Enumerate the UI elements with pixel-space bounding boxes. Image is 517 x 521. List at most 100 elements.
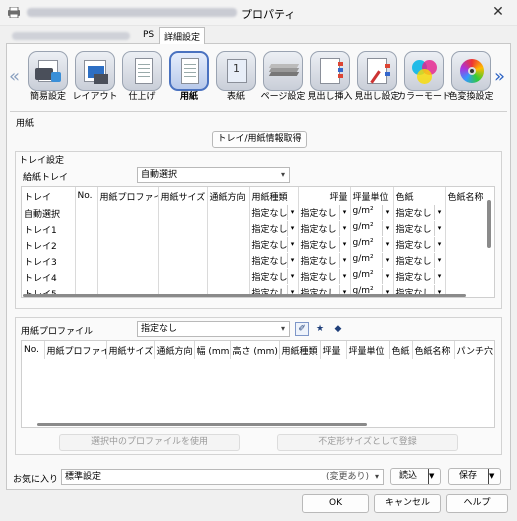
tag-icon[interactable]: ◆ — [331, 322, 345, 336]
load-button[interactable]: 読込 ▼ — [390, 468, 441, 485]
tray-table-horizontal-scrollbar[interactable] — [23, 294, 466, 297]
register-custom-size-button[interactable]: 不定形サイズとして登録 — [277, 434, 458, 451]
column-header[interactable]: 高さ (mm) — [230, 341, 280, 359]
layout-icon — [75, 51, 115, 91]
cell-select[interactable]: 指定なし▾ — [252, 269, 297, 284]
chevron-down-icon: ▾ — [338, 237, 349, 252]
column-header[interactable]: 色紙名称 — [412, 341, 455, 359]
cell-select[interactable]: 指定なし▾ — [301, 253, 349, 268]
tab-insert-icon — [310, 51, 350, 91]
column-header[interactable]: トレイ — [22, 187, 76, 205]
cell-select[interactable]: 指定なし▾ — [301, 269, 349, 284]
column-header[interactable]: 通紙方向 — [154, 341, 195, 359]
cell-select[interactable]: 指定なし▾ — [396, 269, 444, 284]
edit-profile-icon[interactable]: ✐ — [295, 322, 309, 336]
cell-select[interactable]: 指定なし▾ — [396, 253, 444, 268]
column-header[interactable]: 用紙サイズ — [158, 187, 208, 205]
cell-select[interactable]: 指定なし▾ — [301, 205, 349, 220]
cell-select[interactable]: 指定なし▾ — [396, 221, 444, 236]
cell-select[interactable]: g/m² ▾ — [353, 253, 392, 268]
column-header[interactable]: 通紙方向 — [207, 187, 250, 205]
paper-profile-select[interactable]: 指定なし ▾ — [137, 321, 290, 337]
cell-select[interactable]: g/m² ▾ — [353, 269, 392, 284]
chevron-down-icon: ▾ — [286, 253, 297, 268]
tab-ps-label[interactable]: PS — [143, 30, 154, 40]
column-header[interactable]: 坪量単位 — [346, 341, 390, 359]
window-title: プロパティ — [241, 8, 296, 21]
feed-tray-label: 給紙トレイ — [23, 173, 69, 183]
cell-select[interactable]: 指定なし▾ — [396, 205, 444, 220]
feed-tray-select[interactable]: 自動選択 ▾ — [137, 167, 290, 183]
title-redacted — [27, 8, 237, 17]
scroll-right-icon[interactable]: » — [494, 66, 505, 87]
column-header[interactable]: 色紙 — [393, 187, 446, 205]
column-header[interactable]: 用紙種類 — [279, 341, 321, 359]
printer-icon — [8, 7, 20, 18]
tray-table: トレイ No. 用紙プロファイル 用紙サイズ 通紙方向 用紙種類 坪量 坪量単位… — [21, 186, 495, 298]
column-header[interactable]: 坪量 — [298, 187, 351, 205]
table-row[interactable]: トレイ3 指定なし ▾ 指定なし ▾ g/m² ▾ 指定なし ▾ — [22, 253, 494, 269]
favorites-select[interactable]: 標準設定 (変更あり) ▾ — [61, 469, 384, 485]
column-header[interactable]: 幅 (mm) — [194, 341, 231, 359]
cell-select[interactable]: 指定なし▾ — [301, 221, 349, 236]
get-tray-info-button[interactable]: トレイ/用紙情報取得 — [212, 131, 307, 148]
favorites-label: お気に入り — [13, 475, 59, 485]
table-row[interactable]: トレイ1 指定なし ▾ 指定なし ▾ g/m² ▾ 指定なし ▾ — [22, 221, 494, 237]
cell-select[interactable]: 指定なし▾ — [396, 237, 444, 252]
chevron-down-icon: ▾ — [381, 221, 392, 236]
cell-select[interactable]: 指定なし▾ — [252, 221, 297, 236]
chevron-down-icon: ▾ — [338, 253, 349, 268]
chevron-down-icon: ▾ — [338, 205, 349, 220]
column-header[interactable]: 坪量 — [320, 341, 347, 359]
table-row[interactable]: トレイ4 指定なし ▾ 指定なし ▾ g/m² ▾ 指定なし ▾ — [22, 269, 494, 285]
chevron-down-icon: ▾ — [286, 205, 297, 220]
category-color-conversion[interactable]: 色変換設定 — [448, 50, 494, 108]
ok-button[interactable]: OK — [302, 494, 369, 513]
save-button[interactable]: 保存 ▼ — [448, 468, 501, 485]
color-conversion-icon — [451, 51, 491, 91]
column-header[interactable]: 用紙プロファイル — [97, 187, 159, 205]
finishing-icon — [122, 51, 162, 91]
chevron-down-icon: ▾ — [338, 269, 349, 284]
column-header[interactable]: 用紙プロファイル — [44, 341, 107, 359]
cell-select[interactable]: 指定なし▾ — [252, 205, 297, 220]
column-header[interactable]: 坪量単位 — [350, 187, 394, 205]
cell-select[interactable]: 指定なし▾ — [301, 237, 349, 252]
chevron-down-icon: ▾ — [286, 237, 297, 252]
tray-name: トレイ2 — [24, 241, 57, 252]
column-header[interactable]: 用紙種類 — [249, 187, 299, 205]
cell-select[interactable]: g/m² ▾ — [353, 205, 392, 220]
category-strip: 簡易設定 レイアウト 仕上げ 用紙 1 表紙 ページ設定 見出し挿入 見出し設定… — [26, 50, 494, 108]
dropdown-icon: ▼ — [488, 469, 500, 484]
cell-select[interactable]: 指定なし▾ — [252, 237, 297, 252]
chevron-down-icon: ▾ — [280, 324, 285, 333]
tray-settings-label: トレイ設定 — [19, 156, 65, 166]
table-row[interactable]: 自動選択 指定なし ▾ 指定なし ▾ g/m² ▾ 指定なし ▾ — [22, 205, 494, 221]
table-row[interactable]: トレイ2 指定なし ▾ 指定なし ▾ g/m² ▾ 指定なし ▾ — [22, 237, 494, 253]
column-header[interactable]: 用紙サイズ — [106, 341, 155, 359]
column-header[interactable]: 色紙 — [389, 341, 413, 359]
cell-select[interactable]: g/m² ▾ — [353, 221, 392, 236]
cell-select[interactable]: 指定なし▾ — [252, 253, 297, 268]
scroll-left-icon[interactable]: « — [9, 66, 20, 87]
section-title-paper: 用紙 — [16, 119, 35, 129]
cancel-button[interactable]: キャンセル — [374, 494, 441, 513]
column-header[interactable]: No. — [22, 341, 45, 359]
help-button[interactable]: ヘルプ — [446, 494, 508, 513]
use-selected-profile-button[interactable]: 選択中のプロファイルを使用 — [59, 434, 240, 451]
tray-table-vertical-scrollbar[interactable] — [487, 200, 491, 248]
chevron-down-icon: ▾ — [433, 269, 444, 284]
profile-table-horizontal-scrollbar[interactable] — [37, 423, 367, 426]
category-label: 色変換設定 — [448, 92, 494, 102]
star-icon[interactable]: ★ — [313, 322, 327, 336]
chevron-down-icon: ▾ — [433, 237, 444, 252]
chevron-down-icon: ▾ — [381, 205, 392, 220]
column-header[interactable]: パンチ穴 — [454, 341, 494, 359]
column-header[interactable]: No. — [75, 187, 98, 205]
tab-row: PS 詳細設定 — [6, 27, 511, 44]
tab-redacted[interactable] — [12, 32, 130, 40]
tab-advanced[interactable]: 詳細設定 — [159, 27, 206, 44]
cell-select[interactable]: g/m² ▾ — [353, 237, 392, 252]
close-icon[interactable]: ✕ — [488, 4, 508, 20]
chevron-down-icon: ▾ — [280, 170, 285, 179]
